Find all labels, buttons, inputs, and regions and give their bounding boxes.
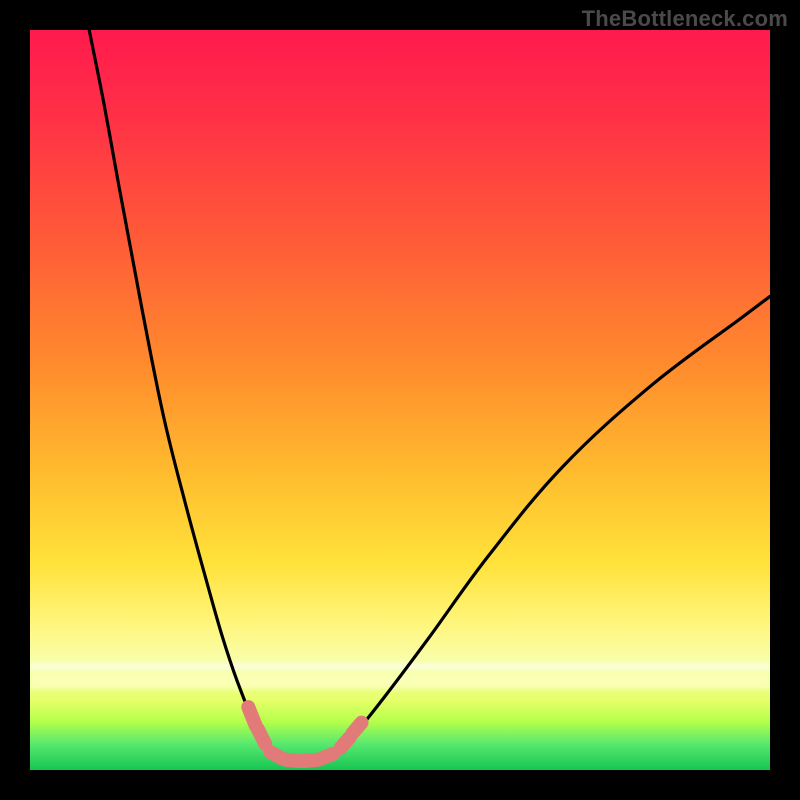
valley-marker-segment — [341, 737, 350, 747]
valley-marker-segment — [353, 723, 362, 733]
plot-area — [30, 30, 770, 770]
valley-marker-segment — [322, 754, 333, 758]
stage: TheBottleneck.com — [0, 0, 800, 800]
bottleneck-curve — [89, 30, 770, 761]
curve-layer — [30, 30, 770, 770]
valley-marker-segment — [248, 707, 255, 726]
valley-markers — [248, 707, 361, 761]
valley-marker-segment — [258, 729, 265, 744]
watermark-text: TheBottleneck.com — [582, 6, 788, 32]
